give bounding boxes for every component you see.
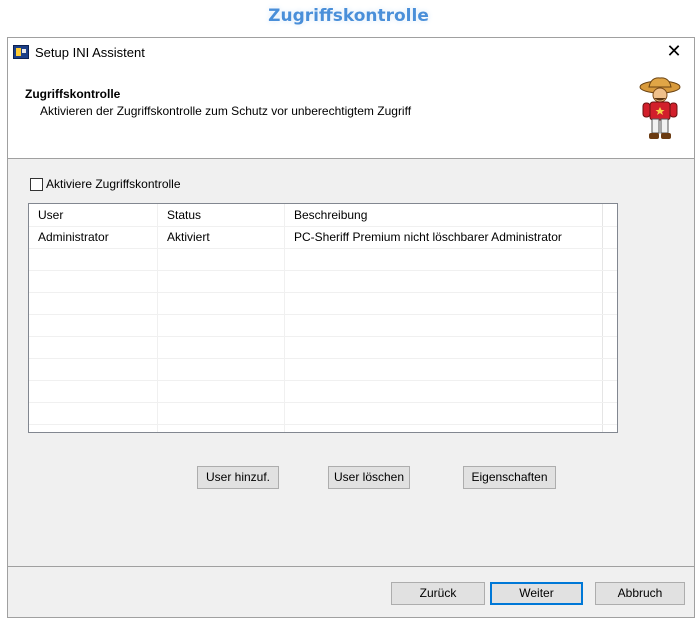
add-user-button[interactable]: User hinzuf. [197, 466, 279, 489]
column-header-status[interactable]: Status [158, 204, 285, 226]
next-button[interactable]: Weiter [490, 582, 583, 605]
empty-row [29, 358, 617, 380]
empty-row [29, 292, 617, 314]
empty-row [29, 380, 617, 402]
title-bar: Setup INI Assistent ✕ [8, 38, 694, 66]
cell-status: Aktiviert [158, 227, 285, 248]
cancel-button[interactable]: Abbruch [595, 582, 685, 605]
back-button[interactable]: Zurück [391, 582, 485, 605]
header-title: Zugriffskontrolle [25, 87, 121, 101]
access-control-checkbox-label[interactable]: Aktiviere Zugriffskontrolle [46, 177, 181, 191]
delete-user-button[interactable]: User löschen [328, 466, 410, 489]
access-control-checkbox[interactable] [30, 178, 43, 191]
close-icon[interactable]: ✕ [654, 38, 694, 66]
footer-separator [8, 566, 694, 567]
properties-button[interactable]: Eigenschaften [463, 466, 556, 489]
empty-row [29, 424, 617, 432]
empty-row [29, 336, 617, 358]
user-table[interactable]: User Status Beschreibung Administrator A… [28, 203, 618, 433]
empty-row [29, 270, 617, 292]
setup-window: Setup INI Assistent ✕ Zugriffskontrolle … [7, 37, 695, 618]
header-subtitle: Aktivieren der Zugriffskontrolle zum Sch… [40, 104, 412, 118]
cell-user: Administrator [29, 227, 158, 248]
table-header: User Status Beschreibung [29, 204, 617, 226]
column-header-user[interactable]: User [29, 204, 158, 226]
empty-row [29, 248, 617, 270]
setup-app-icon [13, 45, 29, 59]
table-row[interactable]: Administrator Aktiviert PC-Sheriff Premi… [29, 226, 617, 248]
empty-row [29, 402, 617, 424]
cell-beschreibung: PC-Sheriff Premium nicht löschbarer Admi… [285, 227, 603, 248]
wizard-header: Zugriffskontrolle Aktivieren der Zugriff… [8, 66, 694, 159]
sheriff-mascot-icon [639, 77, 681, 139]
window-title: Setup INI Assistent [35, 45, 145, 60]
empty-row [29, 314, 617, 336]
page-heading: Zugriffskontrolle [268, 6, 429, 26]
column-header-beschreibung[interactable]: Beschreibung [285, 204, 603, 226]
